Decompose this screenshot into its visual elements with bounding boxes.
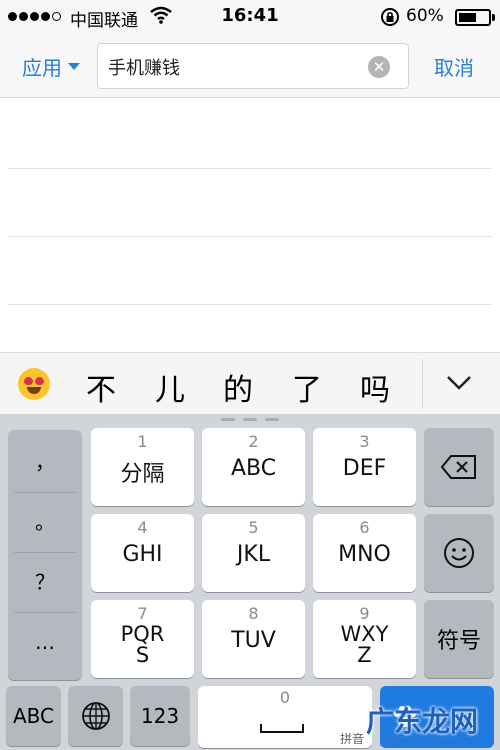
space-key[interactable]: 0 拼音 [198, 686, 372, 748]
caret-down-icon [68, 63, 80, 70]
key-5[interactable]: 5 JKL [202, 514, 305, 592]
punctuation-key[interactable]: 。 [8, 492, 82, 552]
battery-icon [455, 9, 495, 26]
cancel-button[interactable]: 取消 [434, 52, 474, 81]
result-divider [8, 304, 492, 305]
search-input[interactable] [108, 54, 358, 80]
keyboard-handle [221, 418, 235, 421]
watermark: 广东龙网 [366, 705, 479, 738]
chevron-down-icon[interactable] [446, 375, 472, 395]
clear-icon[interactable]: ✕ [368, 56, 390, 78]
punctuation-column: ， 。 ？ … [8, 430, 82, 680]
status-bar: 中国联通 16:41 60% [0, 0, 500, 34]
punctuation-key[interactable]: … [8, 612, 82, 672]
key-number: 8 [248, 604, 259, 623]
key-number: 6 [359, 518, 370, 537]
key-label: JKL [236, 542, 271, 567]
key-label: DEF [342, 456, 387, 481]
emoji-key[interactable] [424, 514, 494, 592]
smiley-icon [424, 514, 494, 592]
search-results [0, 98, 500, 352]
result-divider [8, 236, 492, 237]
candidate-word[interactable]: 了 [292, 365, 322, 409]
key-number: 7 [137, 604, 148, 623]
key-label: 分隔 [120, 462, 165, 487]
search-scope-label: 应用 [22, 56, 62, 80]
candidate-word[interactable]: 的 [223, 365, 253, 409]
numeric-key[interactable]: 123 [130, 686, 190, 746]
key-8[interactable]: 8 TUV [202, 600, 305, 678]
search-bar: 应用 ✕ 取消 [0, 34, 500, 98]
delete-button[interactable] [424, 428, 494, 506]
candidate-bar: 不 儿 的 了 吗 [0, 352, 500, 414]
punctuation-key[interactable]: ， [8, 432, 82, 492]
key-number: 1 [137, 432, 148, 451]
globe-key[interactable] [68, 686, 123, 746]
heart-eyes-emoji-icon[interactable] [18, 368, 50, 400]
battery-percent: 60% [406, 6, 444, 26]
key-number: 9 [359, 604, 370, 623]
key-label: ABC [230, 456, 277, 481]
key-3[interactable]: 3 DEF [313, 428, 416, 506]
numeric-label: 123 [140, 704, 180, 728]
search-field: ✕ [97, 43, 409, 89]
rotation-lock-icon [380, 7, 400, 31]
key-1[interactable]: 1 分隔 [91, 428, 194, 506]
key-2[interactable]: 2 ABC [202, 428, 305, 506]
candidate-word[interactable]: 吗 [360, 365, 390, 409]
space-icon [260, 724, 304, 733]
abc-label: ABC [12, 704, 54, 728]
candidate-word[interactable]: 不 [86, 365, 116, 409]
globe-icon [68, 686, 123, 746]
watermark-url: jingyan.baidu.com [380, 736, 473, 747]
key-number: 3 [359, 432, 370, 451]
key-label: GHI [122, 542, 163, 567]
abc-key[interactable]: ABC [6, 686, 61, 746]
space-number: 0 [279, 688, 291, 707]
key-7[interactable]: 7 PQR S [91, 600, 194, 678]
key-label: WXY Z [340, 622, 389, 667]
key-6[interactable]: 6 MNO [313, 514, 416, 592]
key-label: MNO [338, 542, 391, 567]
candidate-divider [422, 359, 423, 409]
candidate-word[interactable]: 儿 [155, 365, 185, 409]
search-scope-dropdown[interactable]: 应用 [22, 52, 80, 81]
symbols-label: 符号 [436, 629, 481, 654]
key-9[interactable]: 9 WXY Z [313, 600, 416, 678]
key-number: 2 [248, 432, 259, 451]
input-mode-label: 拼音 [340, 732, 365, 746]
key-number: 5 [248, 518, 259, 537]
result-divider [8, 168, 492, 169]
key-label: TUV [231, 628, 276, 653]
key-4[interactable]: 4 GHI [91, 514, 194, 592]
keyboard-handle [243, 418, 257, 421]
punctuation-key[interactable]: ？ [8, 552, 82, 612]
key-label: PQR S [120, 622, 165, 667]
keyboard-handle [265, 418, 279, 421]
key-number: 4 [137, 518, 148, 537]
symbols-key[interactable]: 符号 [424, 600, 494, 678]
backspace-icon [424, 428, 494, 506]
